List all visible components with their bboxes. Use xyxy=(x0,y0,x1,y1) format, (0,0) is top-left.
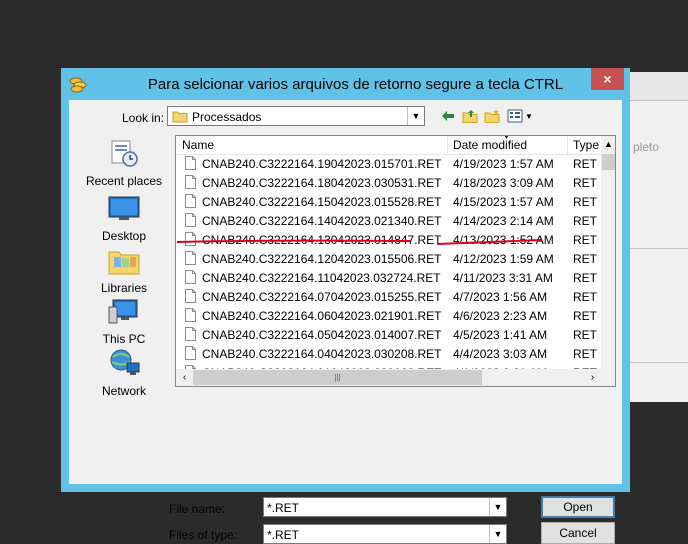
dialog-title: Para selcionar varios arquivos de retorn… xyxy=(147,76,564,93)
background-divider xyxy=(627,362,688,363)
chevron-down-icon[interactable]: ▼ xyxy=(489,498,506,516)
open-button[interactable]: Open xyxy=(541,496,615,518)
background-divider xyxy=(627,248,688,249)
dialog-body: Look in: Processados ▼ ▼ Recent places D… xyxy=(69,100,622,544)
close-button[interactable]: × xyxy=(591,68,624,90)
file-type-label: Files of type: xyxy=(169,528,238,542)
file-name-label: File name: xyxy=(169,502,226,516)
file-name-value: *.RET xyxy=(267,501,300,515)
annotation-underline-date xyxy=(436,239,542,245)
background-window: pleto xyxy=(626,72,688,402)
background-window-toolbar xyxy=(627,72,688,101)
open-file-dialog: Para selcionar varios arquivos de retorn… xyxy=(61,68,630,544)
chevron-down-icon[interactable]: ▼ xyxy=(489,525,506,543)
annotation-underline-name xyxy=(176,239,412,243)
file-type-value: *.RET xyxy=(267,528,300,542)
annotation-underlines xyxy=(176,239,542,245)
file-name-input[interactable]: *.RET ▼ xyxy=(263,497,507,517)
cancel-button[interactable]: Cancel xyxy=(541,522,615,544)
title-bar[interactable]: Para selcionar varios arquivos de retorn… xyxy=(61,68,630,100)
background-window-hint: pleto xyxy=(633,140,660,154)
file-type-select[interactable]: *.RET ▼ xyxy=(263,524,507,544)
